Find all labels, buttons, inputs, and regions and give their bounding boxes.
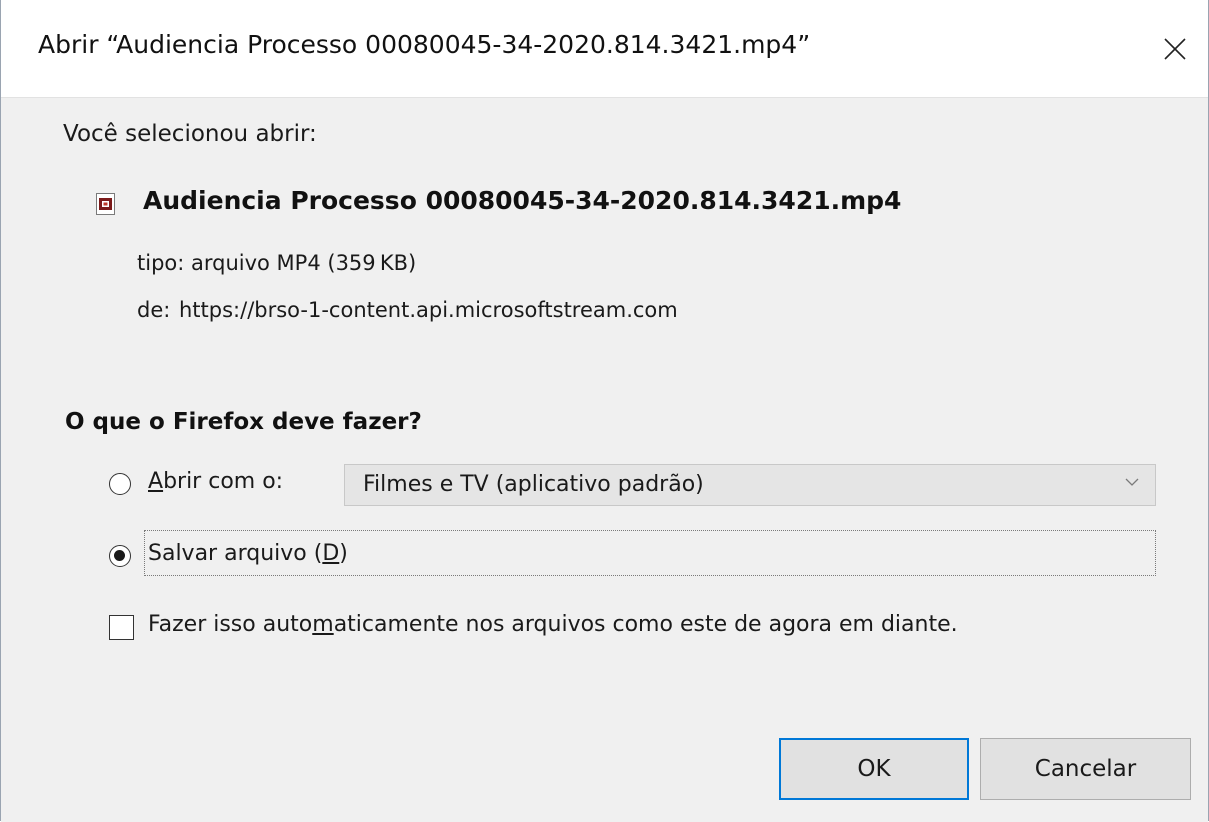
file-name: Audiencia Processo 00080045-34-2020.814.… (143, 186, 902, 215)
open-with-app-select[interactable]: Filmes e TV (aplicativo padrão) (344, 464, 1156, 506)
file-type: tipo: arquivo MP4 (359 KB) (137, 251, 417, 275)
auto-action-label[interactable]: Fazer isso automaticamente nos arquivos … (148, 612, 958, 637)
save-file-label[interactable]: Salvar arquivo (D) (148, 541, 348, 566)
dialog-title: Abrir “Audiencia Processo 00080045-34-20… (38, 30, 811, 59)
video-file-icon (96, 193, 115, 215)
title-bar: Abrir “Audiencia Processo 00080045-34-20… (1, 0, 1208, 97)
dialog-content: Você selecionou abrir: Audiencia Process… (1, 97, 1208, 822)
ok-button[interactable]: OK (779, 738, 969, 800)
file-source-label: de: (137, 298, 171, 322)
auto-action-checkbox[interactable] (109, 615, 134, 640)
close-icon (1164, 37, 1186, 60)
open-with-accel: A (148, 469, 164, 494)
file-source-url: https://brso-1-content.api.microsoftstre… (179, 298, 678, 322)
save-file-accel: D (322, 541, 340, 566)
dialog-window: Abrir “Audiencia Processo 00080045-34-20… (0, 0, 1209, 822)
close-button[interactable] (1142, 0, 1208, 97)
cancel-button[interactable]: Cancelar (980, 738, 1191, 800)
open-with-text: brir com o: (163, 469, 284, 494)
save-file-prefix: Salvar arquivo ( (148, 541, 323, 566)
open-with-app-value: Filmes e TV (aplicativo padrão) (363, 472, 704, 497)
chevron-down-icon (1125, 478, 1139, 486)
save-file-radio[interactable] (109, 545, 131, 567)
auto-action-accel: m (312, 612, 334, 637)
open-with-radio[interactable] (109, 473, 131, 495)
selected-label: Você selecionou abrir: (63, 121, 317, 147)
auto-action-suffix: aticamente nos arquivos como este de ago… (333, 612, 958, 637)
open-with-label[interactable]: Abrir com o: (148, 469, 283, 494)
action-question: O que o Firefox deve fazer? (65, 409, 422, 435)
auto-action-prefix: Fazer isso auto (148, 612, 313, 637)
save-file-suffix: ) (339, 541, 348, 566)
